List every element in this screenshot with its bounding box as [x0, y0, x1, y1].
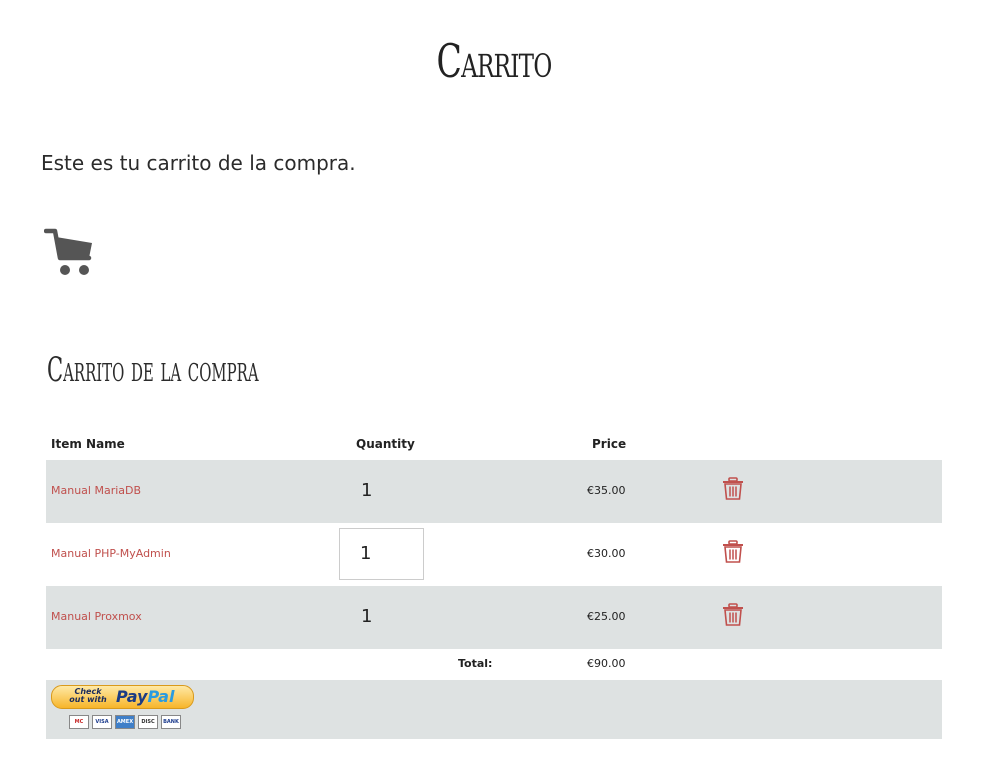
column-header-quantity: Quantity	[356, 437, 415, 451]
trash-icon[interactable]	[722, 603, 744, 627]
total-row: Total: €90.00	[46, 649, 942, 680]
cart-page: Carrito Este es tu carrito de la compra.…	[0, 0, 988, 767]
table-row: Manual MariaDB 1 €35.00	[46, 460, 942, 523]
item-name-link[interactable]: Manual MariaDB	[51, 484, 141, 497]
quantity-value[interactable]: 1	[361, 480, 372, 501]
paypal-pill: Check out with PayPal	[51, 685, 194, 709]
cart-section-title: Carrito de la compra	[47, 350, 259, 390]
table-row: Manual PHP-MyAdmin 1 €30.00	[46, 523, 942, 586]
paypal-logo: PayPal	[116, 688, 174, 706]
item-name-link[interactable]: Manual Proxmox	[51, 610, 142, 623]
item-price: €30.00	[587, 547, 626, 560]
visa-icon: VISA	[92, 715, 112, 729]
quantity-input[interactable]: 1	[339, 528, 424, 580]
column-header-item-name: Item Name	[51, 437, 125, 451]
table-row: Manual Proxmox 1 €25.00	[46, 586, 942, 649]
page-title: Carrito	[436, 34, 553, 88]
checkout-row: Check out with PayPal MC VISA AMEX DISC …	[46, 680, 942, 739]
trash-icon[interactable]	[722, 477, 744, 501]
amex-icon: AMEX	[115, 715, 135, 729]
mastercard-icon: MC	[69, 715, 89, 729]
trash-icon[interactable]	[722, 540, 744, 564]
paypal-logo-pay: Pay	[116, 687, 148, 706]
paypal-logo-pal: Pal	[147, 687, 175, 706]
item-price: €35.00	[587, 484, 626, 497]
total-value: €90.00	[587, 657, 626, 670]
discover-icon: DISC	[138, 715, 158, 729]
column-header-price: Price	[592, 437, 627, 451]
paypal-checkout-text: Check out with	[69, 687, 107, 704]
item-name-link[interactable]: Manual PHP-MyAdmin	[51, 547, 171, 560]
quantity-value[interactable]: 1	[361, 606, 372, 627]
total-label: Total:	[458, 657, 493, 670]
bank-icon: BANK	[161, 715, 181, 729]
table-header: Item Name Quantity Price	[46, 425, 942, 460]
cart-table: Item Name Quantity Price Manual MariaDB …	[46, 425, 942, 739]
item-price: €25.00	[587, 610, 626, 623]
shopping-cart-icon	[44, 228, 92, 275]
paypal-checkout-button[interactable]: Check out with PayPal MC VISA AMEX DISC …	[51, 685, 194, 729]
intro-text: Este es tu carrito de la compra.	[41, 151, 356, 175]
